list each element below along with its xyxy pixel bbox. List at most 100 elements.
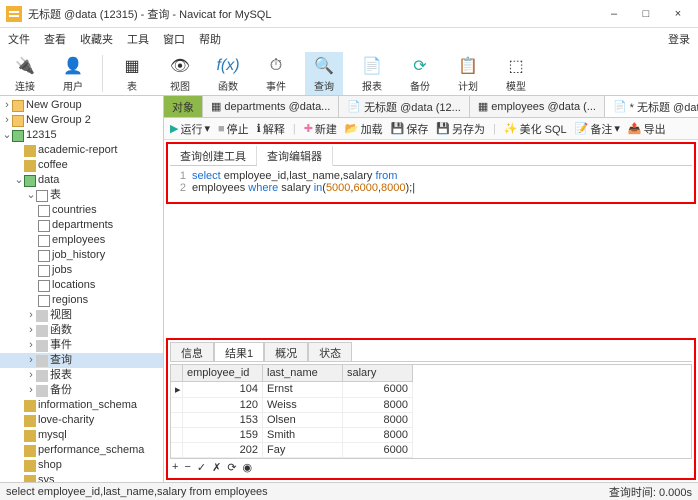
tree-table[interactable]: regions [0,293,163,308]
tree-table[interactable]: locations [0,278,163,293]
login-link[interactable]: 登录 [668,31,690,47]
tree-table[interactable]: employees [0,233,163,248]
table-row[interactable]: 159Smith8000 [171,428,691,443]
play-icon: ▶ [170,122,178,135]
export-button[interactable]: 📤导出 [628,121,666,137]
stop-grid-button[interactable]: ◉ [243,461,253,474]
tab-objects[interactable]: 对象 [164,96,203,117]
wand-icon: ✨ [504,122,518,135]
note-button[interactable]: 📝备注▾ [575,121,620,137]
tree-db[interactable]: love-charity [0,413,163,428]
table-button[interactable]: ▦表 [113,52,151,95]
tree-group[interactable]: ›New Group 2 [0,113,163,128]
tree-conn[interactable]: ⌄12315 [0,128,163,143]
tree-cat[interactable]: ›视图 [0,308,163,323]
new-button[interactable]: ✚新建 [304,121,337,137]
maximize-button[interactable]: □ [632,3,660,25]
ok-button[interactable]: ✓ [197,461,206,474]
tab-status[interactable]: 状态 [308,342,352,361]
plan-button[interactable]: 📋计划 [449,52,487,95]
backup-button[interactable]: ⟳备份 [401,52,439,95]
tree-cat[interactable]: ›查询 [0,353,163,368]
cancel-button[interactable]: ✗ [212,461,221,474]
report-icon: 📄 [361,55,383,77]
table-row[interactable]: ▸104Ernst6000 [171,382,691,398]
model-button[interactable]: ⬚模型 [497,52,535,95]
saveas-button[interactable]: 💾另存为 [436,121,485,137]
status-time: 查询时间: 0.000s [609,484,692,500]
tree-db-data[interactable]: ⌄data [0,173,163,188]
menu-window[interactable]: 窗口 [163,31,185,47]
tab-info[interactable]: 信息 [170,342,214,361]
event-button[interactable]: ⏱事件 [257,52,295,95]
run-button[interactable]: ▶运行▾ [170,121,210,137]
del-button[interactable]: − [184,461,190,474]
tree-cat[interactable]: ›事件 [0,338,163,353]
connect-button[interactable]: 🔌连接 [6,52,44,95]
explain-button[interactable]: ℹ解释 [257,121,285,137]
menu-file[interactable]: 文件 [8,31,30,47]
report-button[interactable]: 📄报表 [353,52,391,95]
add-button[interactable]: + [172,461,178,474]
tree-table[interactable]: jobs [0,263,163,278]
menu-view[interactable]: 查看 [44,31,66,47]
table-row[interactable]: 120Weiss8000 [171,398,691,413]
tab-builder[interactable]: 查询创建工具 [170,146,257,165]
format-button[interactable]: ✨美化 SQL [504,121,567,137]
tree-db[interactable]: shop [0,458,163,473]
folder-icon [12,100,24,112]
tab-query-active[interactable]: 📄* 无标题 @data (12... [605,96,698,117]
tree-tables[interactable]: ⌄表 [0,188,163,203]
close-button[interactable]: × [664,3,692,25]
status-sql: select employee_id,last_name,salary from… [6,486,268,498]
load-button[interactable]: 📂加载 [345,121,383,137]
tree-db[interactable]: information_schema [0,398,163,413]
menu-fav[interactable]: 收藏夹 [80,31,113,47]
table-row[interactable]: 202Fay6000 [171,443,691,458]
table-icon: ▦ [211,100,221,113]
menu-help[interactable]: 帮助 [199,31,221,47]
stop-button[interactable]: ■停止 [218,121,249,137]
query-button[interactable]: 🔍查询 [305,52,343,95]
tab-query[interactable]: 📄无标题 @data (12... [339,96,469,117]
tree-table[interactable]: job_history [0,248,163,263]
tab-result[interactable]: 结果1 [214,342,264,361]
tree-cat[interactable]: ›备份 [0,383,163,398]
result-grid[interactable]: employee_idlast_namesalary ▸104Ernst6000… [170,364,692,459]
table-icon [38,250,50,262]
table-row[interactable]: 153Olsen8000 [171,413,691,428]
menu-tools[interactable]: 工具 [127,31,149,47]
minimize-button[interactable]: – [600,3,628,25]
query-icon: 📄 [613,100,627,113]
tree-group[interactable]: ›New Group [0,98,163,113]
cat-icon [36,355,48,367]
tree-db[interactable]: academic-report [0,143,163,158]
user-icon: 👤 [62,55,84,77]
save-button[interactable]: 💾保存 [391,121,429,137]
tree-db[interactable]: mysql [0,428,163,443]
result-highlight: 信息 结果1 概况 状态 employee_idlast_namesalary … [166,338,696,480]
tab-summary[interactable]: 概况 [264,342,308,361]
func-button[interactable]: f(x)函数 [209,52,247,95]
cat-icon [36,370,48,382]
view-button[interactable]: 👁视图 [161,52,199,95]
tree-table[interactable]: countries [0,203,163,218]
tree-table[interactable]: departments [0,218,163,233]
tree-db[interactable]: performance_schema [0,443,163,458]
db-icon [12,130,24,142]
load-icon: 📂 [345,122,359,135]
tree-db[interactable]: coffee [0,158,163,173]
tree-cat[interactable]: ›报表 [0,368,163,383]
table-icon [38,220,50,232]
tab-query[interactable]: ▦departments @data... [203,96,339,117]
tab-editor[interactable]: 查询编辑器 [257,146,333,166]
tab-query[interactable]: ▦employees @data (... [470,96,605,117]
note-icon: 📝 [575,122,589,135]
tree-cat[interactable]: ›函数 [0,323,163,338]
sql-editor[interactable]: 1select employee_id,last_name,salary fro… [170,166,692,198]
table-icon [38,280,50,292]
new-icon: ✚ [304,122,313,135]
table-icon [38,295,50,307]
refresh-button[interactable]: ⟳ [227,461,236,474]
user-button[interactable]: 👤用户 [54,52,92,95]
